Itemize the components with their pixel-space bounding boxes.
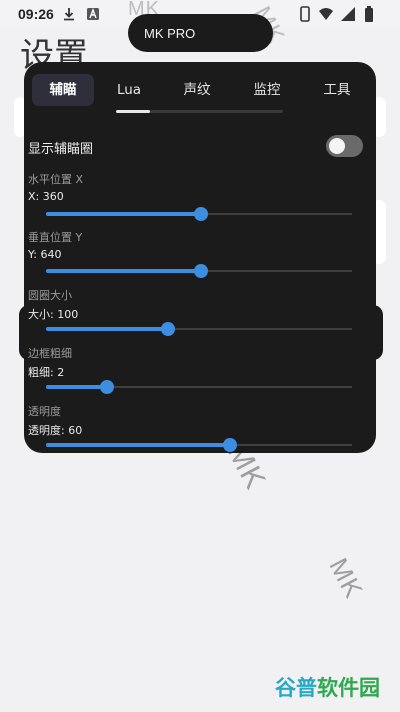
watermark: MK — [323, 553, 370, 604]
opacity-value: 透明度: 60 — [28, 424, 83, 437]
slider-fill — [46, 385, 107, 389]
download-icon — [64, 8, 74, 21]
brand-logo-part1: 谷普 — [275, 676, 317, 700]
y-position-slider[interactable] — [46, 263, 352, 279]
x-position-slider[interactable] — [46, 206, 352, 222]
y-position-value: Y: 640 — [28, 248, 62, 261]
tab-bar: 辅瞄 Lua 声纹 监控 工具 — [24, 74, 376, 108]
border-width-slider[interactable] — [46, 379, 352, 395]
tab-scroll-indicator — [116, 110, 150, 113]
opacity-slider[interactable] — [46, 437, 352, 453]
show-circle-label: 显示辅瞄圈 — [28, 142, 94, 157]
x-position-value: X: 360 — [28, 190, 64, 203]
slider-thumb[interactable] — [194, 207, 208, 221]
toggle-knob — [329, 138, 345, 154]
tab-monitor[interactable]: 监控 — [244, 74, 290, 106]
tab-tools[interactable]: 工具 — [314, 74, 360, 106]
brand-logo-part2: 软件园 — [317, 676, 380, 700]
slider-thumb[interactable] — [161, 322, 175, 336]
slider-fill — [46, 443, 230, 447]
slider-fill — [46, 327, 168, 331]
circle-size-slider[interactable] — [46, 321, 352, 337]
cell-signal-icon — [341, 7, 355, 21]
overlay-title-pill[interactable]: MK PRO — [128, 14, 273, 52]
overlay-title: MK PRO — [144, 25, 196, 41]
slider-thumb[interactable] — [194, 264, 208, 278]
slider-thumb[interactable] — [223, 438, 237, 452]
notification-a-icon — [87, 8, 99, 20]
slider-fill — [46, 269, 201, 273]
wifi-icon — [319, 8, 333, 20]
tab-lua[interactable]: Lua — [109, 74, 149, 106]
brand-logo: 谷普软件园 — [275, 672, 380, 702]
slider-thumb[interactable] — [100, 380, 114, 394]
border-width-title: 边框粗细 — [28, 347, 72, 360]
border-width-value: 粗细: 2 — [28, 366, 65, 379]
circle-size-value: 大小: 100 — [28, 308, 79, 321]
battery-icon — [365, 6, 373, 22]
x-position-title: 水平位置 X — [28, 173, 84, 186]
opacity-title: 透明度 — [28, 405, 61, 418]
slider-fill — [46, 212, 201, 216]
tab-aim[interactable]: 辅瞄 — [32, 74, 94, 106]
circle-size-title: 圆圈大小 — [28, 289, 72, 302]
settings-panel: 辅瞄 Lua 声纹 监控 工具 显示辅瞄圈 水平位置 X X: 360 垂直位置… — [24, 62, 376, 453]
status-time: 09:26 — [18, 6, 54, 22]
y-position-title: 垂直位置 Y — [28, 231, 83, 244]
tab-voiceprint[interactable]: 声纹 — [174, 74, 220, 106]
show-circle-toggle[interactable] — [326, 135, 363, 157]
phone-icon — [300, 6, 310, 22]
